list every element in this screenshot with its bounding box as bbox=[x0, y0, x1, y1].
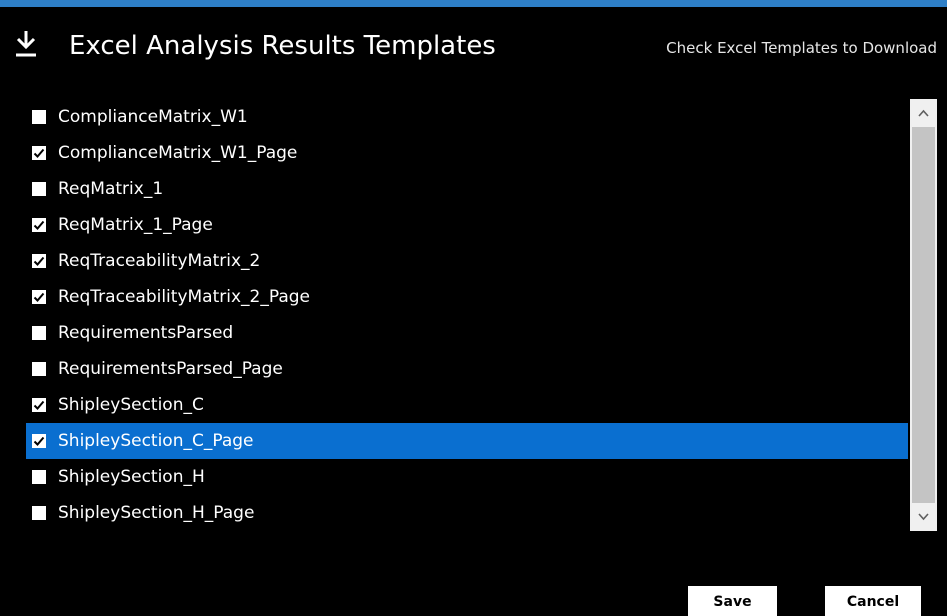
template-label: ReqTraceabilityMatrix_2_Page bbox=[58, 287, 310, 307]
template-list-item[interactable]: RequirementsParsed bbox=[26, 315, 908, 351]
template-checkbox[interactable] bbox=[32, 434, 46, 448]
template-checkbox[interactable] bbox=[32, 218, 46, 232]
template-checkbox[interactable] bbox=[32, 398, 46, 412]
download-icon bbox=[15, 29, 37, 59]
template-list-item[interactable]: ReqTraceabilityMatrix_2_Page bbox=[26, 279, 908, 315]
template-checkbox[interactable] bbox=[32, 506, 46, 520]
accent-bar bbox=[0, 0, 947, 7]
template-label: ComplianceMatrix_W1 bbox=[58, 107, 248, 127]
template-checkbox[interactable] bbox=[32, 110, 46, 124]
template-list[interactable]: ComplianceMatrix_W1 ComplianceMatrix_W1_P… bbox=[26, 99, 908, 531]
template-label: ShipleySection_C_Page bbox=[58, 431, 254, 451]
template-label: RequirementsParsed_Page bbox=[58, 359, 283, 379]
scroll-down-arrow-icon[interactable] bbox=[910, 503, 937, 531]
template-checkbox[interactable] bbox=[32, 254, 46, 268]
template-list-item[interactable]: ComplianceMatrix_W1 bbox=[26, 99, 908, 135]
template-list-item[interactable]: ShipleySection_C_Page bbox=[26, 423, 908, 459]
template-list-item[interactable]: ShipleySection_C bbox=[26, 387, 908, 423]
template-label: ShipleySection_C bbox=[58, 395, 204, 415]
cancel-button[interactable]: Cancel bbox=[825, 586, 921, 616]
template-list-item[interactable]: ReqMatrix_1_Page bbox=[26, 207, 908, 243]
template-label: ShipleySection_H bbox=[58, 467, 205, 487]
scroll-thumb[interactable] bbox=[912, 127, 935, 503]
dialog-title: Excel Analysis Results Templates bbox=[69, 31, 496, 61]
template-label: RequirementsParsed bbox=[58, 323, 234, 343]
instruction-text: Check Excel Templates to Download bbox=[666, 39, 937, 57]
template-checkbox[interactable] bbox=[32, 146, 46, 160]
template-label: ReqTraceabilityMatrix_2 bbox=[58, 251, 261, 271]
template-label: ReqMatrix_1_Page bbox=[58, 215, 213, 235]
template-list-item[interactable]: ShipleySection_H_Page bbox=[26, 495, 908, 531]
download-templates-dialog: Excel Analysis Results Templates Check E… bbox=[0, 0, 947, 616]
vertical-scrollbar[interactable] bbox=[910, 99, 937, 531]
template-list-item[interactable]: ComplianceMatrix_W1_Page bbox=[26, 135, 908, 171]
template-list-item[interactable]: ReqMatrix_1 bbox=[26, 171, 908, 207]
template-list-item[interactable]: ShipleySection_H bbox=[26, 459, 908, 495]
template-checkbox[interactable] bbox=[32, 326, 46, 340]
save-button[interactable]: Save bbox=[688, 586, 777, 616]
template-label: ComplianceMatrix_W1_Page bbox=[58, 143, 298, 163]
template-checkbox[interactable] bbox=[32, 470, 46, 484]
scroll-up-arrow-icon[interactable] bbox=[910, 99, 937, 127]
template-checkbox[interactable] bbox=[32, 362, 46, 376]
template-list-item[interactable]: ReqTraceabilityMatrix_2 bbox=[26, 243, 908, 279]
template-checkbox[interactable] bbox=[32, 290, 46, 304]
template-label: ShipleySection_H_Page bbox=[58, 503, 255, 523]
template-label: ReqMatrix_1 bbox=[58, 179, 164, 199]
template-list-item[interactable]: RequirementsParsed_Page bbox=[26, 351, 908, 387]
template-checkbox[interactable] bbox=[32, 182, 46, 196]
